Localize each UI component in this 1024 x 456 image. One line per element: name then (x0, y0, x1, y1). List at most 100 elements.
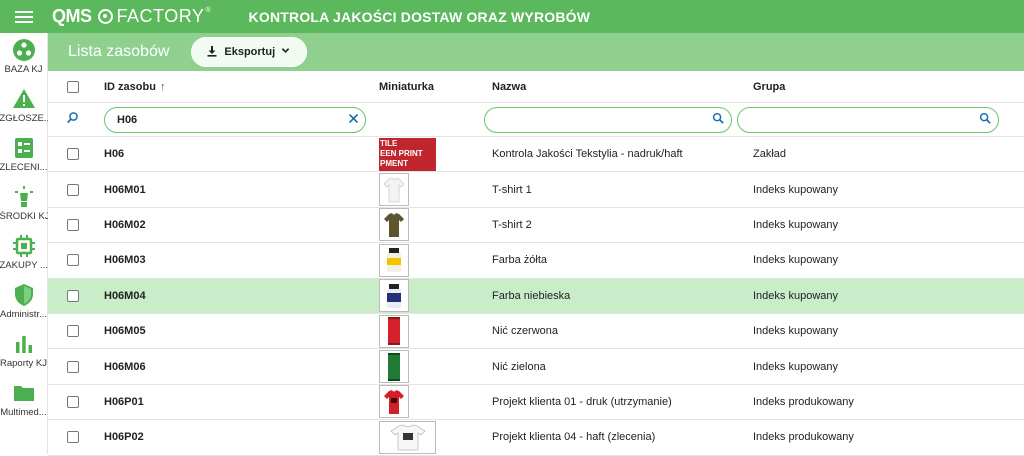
table-row[interactable]: H06P02 Projekt klienta 04 - haft (zleceni… (48, 420, 1024, 456)
sidebar-item-multimedia[interactable]: Multimed... (0, 376, 47, 425)
thumbnail-image[interactable] (379, 279, 409, 313)
search-icon[interactable] (979, 112, 992, 128)
name-filter-input[interactable] (497, 113, 712, 126)
sidebar-item-label: Administr... (0, 309, 47, 320)
column-header-name-label: Nazwa (492, 80, 527, 93)
table-row[interactable]: H06 TILE EEN PRINT PMENT Kontrola Jakości Te… (48, 137, 1024, 173)
resource-name[interactable]: Kontrola Jakości Tekstylia - nadruk/haft (487, 148, 748, 160)
sidebar-item-label: ZAKUPY ... (0, 260, 48, 271)
export-button[interactable]: Eksportuj (191, 37, 308, 67)
resource-id[interactable]: H06M03 (98, 254, 374, 266)
row-checkbox[interactable] (67, 325, 79, 338)
table-row[interactable]: H06M05 Nić czerwona Indeks kupowany (48, 314, 1024, 350)
select-all-cell (48, 80, 98, 93)
sidebar-item-raporty-kj[interactable]: Raporty KJ (0, 327, 47, 376)
sidebar-item-label: Raporty KJ (0, 358, 47, 369)
row-checkbox[interactable] (67, 254, 79, 267)
sidebar-item-administracja[interactable]: Administr... (0, 278, 47, 327)
table-row[interactable]: H06M04 Farba niebieska Indeks kupowany (48, 278, 1024, 314)
resource-name[interactable]: T-shirt 2 (487, 219, 748, 231)
resource-group[interactable]: Indeks kupowany (748, 254, 1024, 266)
column-header-thumbnail: Miniaturka (374, 71, 487, 102)
name-filter-field[interactable] (484, 106, 732, 133)
resource-group[interactable]: Indeks kupowany (748, 219, 1024, 231)
thumbnail-image[interactable]: TILE EEN PRINT PMENT (379, 137, 436, 171)
resource-name[interactable]: Projekt klienta 01 - druk (utrzymanie) (487, 396, 748, 408)
select-all-checkbox[interactable] (67, 80, 79, 93)
resource-id[interactable]: H06P01 (98, 396, 374, 408)
app-logo[interactable]: QMS FACTORY ® (52, 6, 211, 27)
resource-group[interactable]: Indeks kupowany (748, 290, 1024, 302)
table-row[interactable]: H06M01 T-shirt 1 Indeks kupowany (48, 172, 1024, 208)
download-icon (206, 45, 218, 60)
table-row[interactable]: H06M03 Farba żółta Indeks kupowany (48, 243, 1024, 279)
row-checkbox[interactable] (67, 148, 79, 161)
resource-id[interactable]: H06 (98, 148, 374, 160)
resource-name[interactable]: T-shirt 1 (487, 184, 748, 196)
group-filter-field[interactable] (737, 106, 999, 133)
search-filter-icon[interactable] (66, 111, 80, 128)
thumbnail-image[interactable] (379, 173, 409, 207)
resource-id[interactable]: H06M02 (98, 219, 374, 231)
resource-id[interactable]: H06M05 (98, 325, 374, 337)
table-row[interactable]: H06M06 Nić zielona Indeks kupowany (48, 349, 1024, 385)
thumbnail-image[interactable] (379, 208, 409, 242)
row-checkbox[interactable] (67, 218, 79, 231)
table-row[interactable]: H06P01 Projekt klienta 01 - druk (utrzyma… (48, 385, 1024, 421)
thumbnail-image[interactable] (379, 243, 409, 277)
sidebar-item-zlecenia[interactable]: ZLECENI... (0, 131, 48, 180)
id-filter-input[interactable] (117, 113, 348, 126)
sidebar-item-srodki-kj[interactable]: ŚRODKI KJ (0, 180, 48, 229)
top-bar: QMS FACTORY ® KONTROLA JAKOŚCI DOSTAW OR… (0, 0, 1024, 33)
sidebar-item-label: ZLECENI... (0, 162, 48, 173)
resource-name[interactable]: Projekt klienta 04 - haft (zlecenia) (487, 431, 748, 443)
sidebar-item-zgloszenia[interactable]: ZGŁOSZE... (0, 82, 48, 131)
resource-group[interactable]: Indeks kupowany (748, 361, 1024, 373)
resource-name[interactable]: Nić czerwona (487, 325, 748, 337)
resource-group[interactable]: Zakład (748, 148, 1024, 160)
thumbnail-image[interactable] (379, 420, 436, 454)
sidebar: BAZA KJ ZGŁOSZE... ZLECENI... ŚRODKI KJ … (0, 33, 48, 454)
resource-name[interactable]: Nić zielona (487, 361, 748, 373)
row-checkbox[interactable] (67, 360, 79, 373)
thumbnail-image[interactable] (379, 385, 409, 419)
row-select-cell (48, 218, 98, 231)
group-filter-input[interactable] (750, 113, 979, 126)
row-checkbox[interactable] (67, 395, 79, 408)
search-icon[interactable] (712, 112, 725, 128)
row-select-cell (48, 254, 98, 267)
resource-id[interactable]: H06P02 (98, 431, 374, 443)
sidebar-item-baza-kj[interactable]: BAZA KJ (0, 33, 47, 82)
row-select-cell (48, 395, 98, 408)
logo-qms: QMS (52, 6, 92, 26)
resource-id[interactable]: H06M01 (98, 184, 374, 196)
sidebar-item-zakupy[interactable]: ZAKUPY ... (0, 229, 48, 278)
row-select-cell (48, 360, 98, 373)
export-label: Eksportuj (224, 46, 276, 58)
checklist-icon (12, 136, 36, 160)
resource-group[interactable]: Indeks kupowany (748, 325, 1024, 337)
clear-icon[interactable] (348, 113, 359, 127)
row-checkbox[interactable] (67, 289, 79, 302)
row-checkbox[interactable] (67, 431, 79, 444)
resource-name[interactable]: Farba niebieska (487, 290, 748, 302)
resource-group[interactable]: Indeks produkowany (748, 431, 1024, 443)
thumbnail-image[interactable] (379, 350, 409, 384)
menu-icon[interactable] (0, 0, 48, 33)
column-header-id[interactable]: ID zasobu ↑ (98, 81, 374, 93)
column-header-group[interactable]: Grupa (748, 81, 1024, 93)
column-header-name[interactable]: Nazwa (487, 81, 748, 93)
table-row[interactable]: H06M02 T-shirt 2 Indeks kupowany (48, 208, 1024, 244)
resource-id[interactable]: H06M04 (98, 290, 374, 302)
chip-icon (12, 234, 36, 258)
resource-group[interactable]: Indeks kupowany (748, 184, 1024, 196)
thumbnail-image[interactable] (379, 314, 409, 348)
id-filter-field[interactable] (104, 106, 366, 133)
resource-id[interactable]: H06M06 (98, 361, 374, 373)
row-checkbox[interactable] (67, 183, 79, 196)
column-header-group-label: Grupa (753, 80, 786, 93)
resource-group[interactable]: Indeks produkowany (748, 396, 1024, 408)
row-select-cell (48, 325, 98, 338)
thumbnail-cell (374, 208, 487, 242)
resource-name[interactable]: Farba żółta (487, 254, 748, 266)
